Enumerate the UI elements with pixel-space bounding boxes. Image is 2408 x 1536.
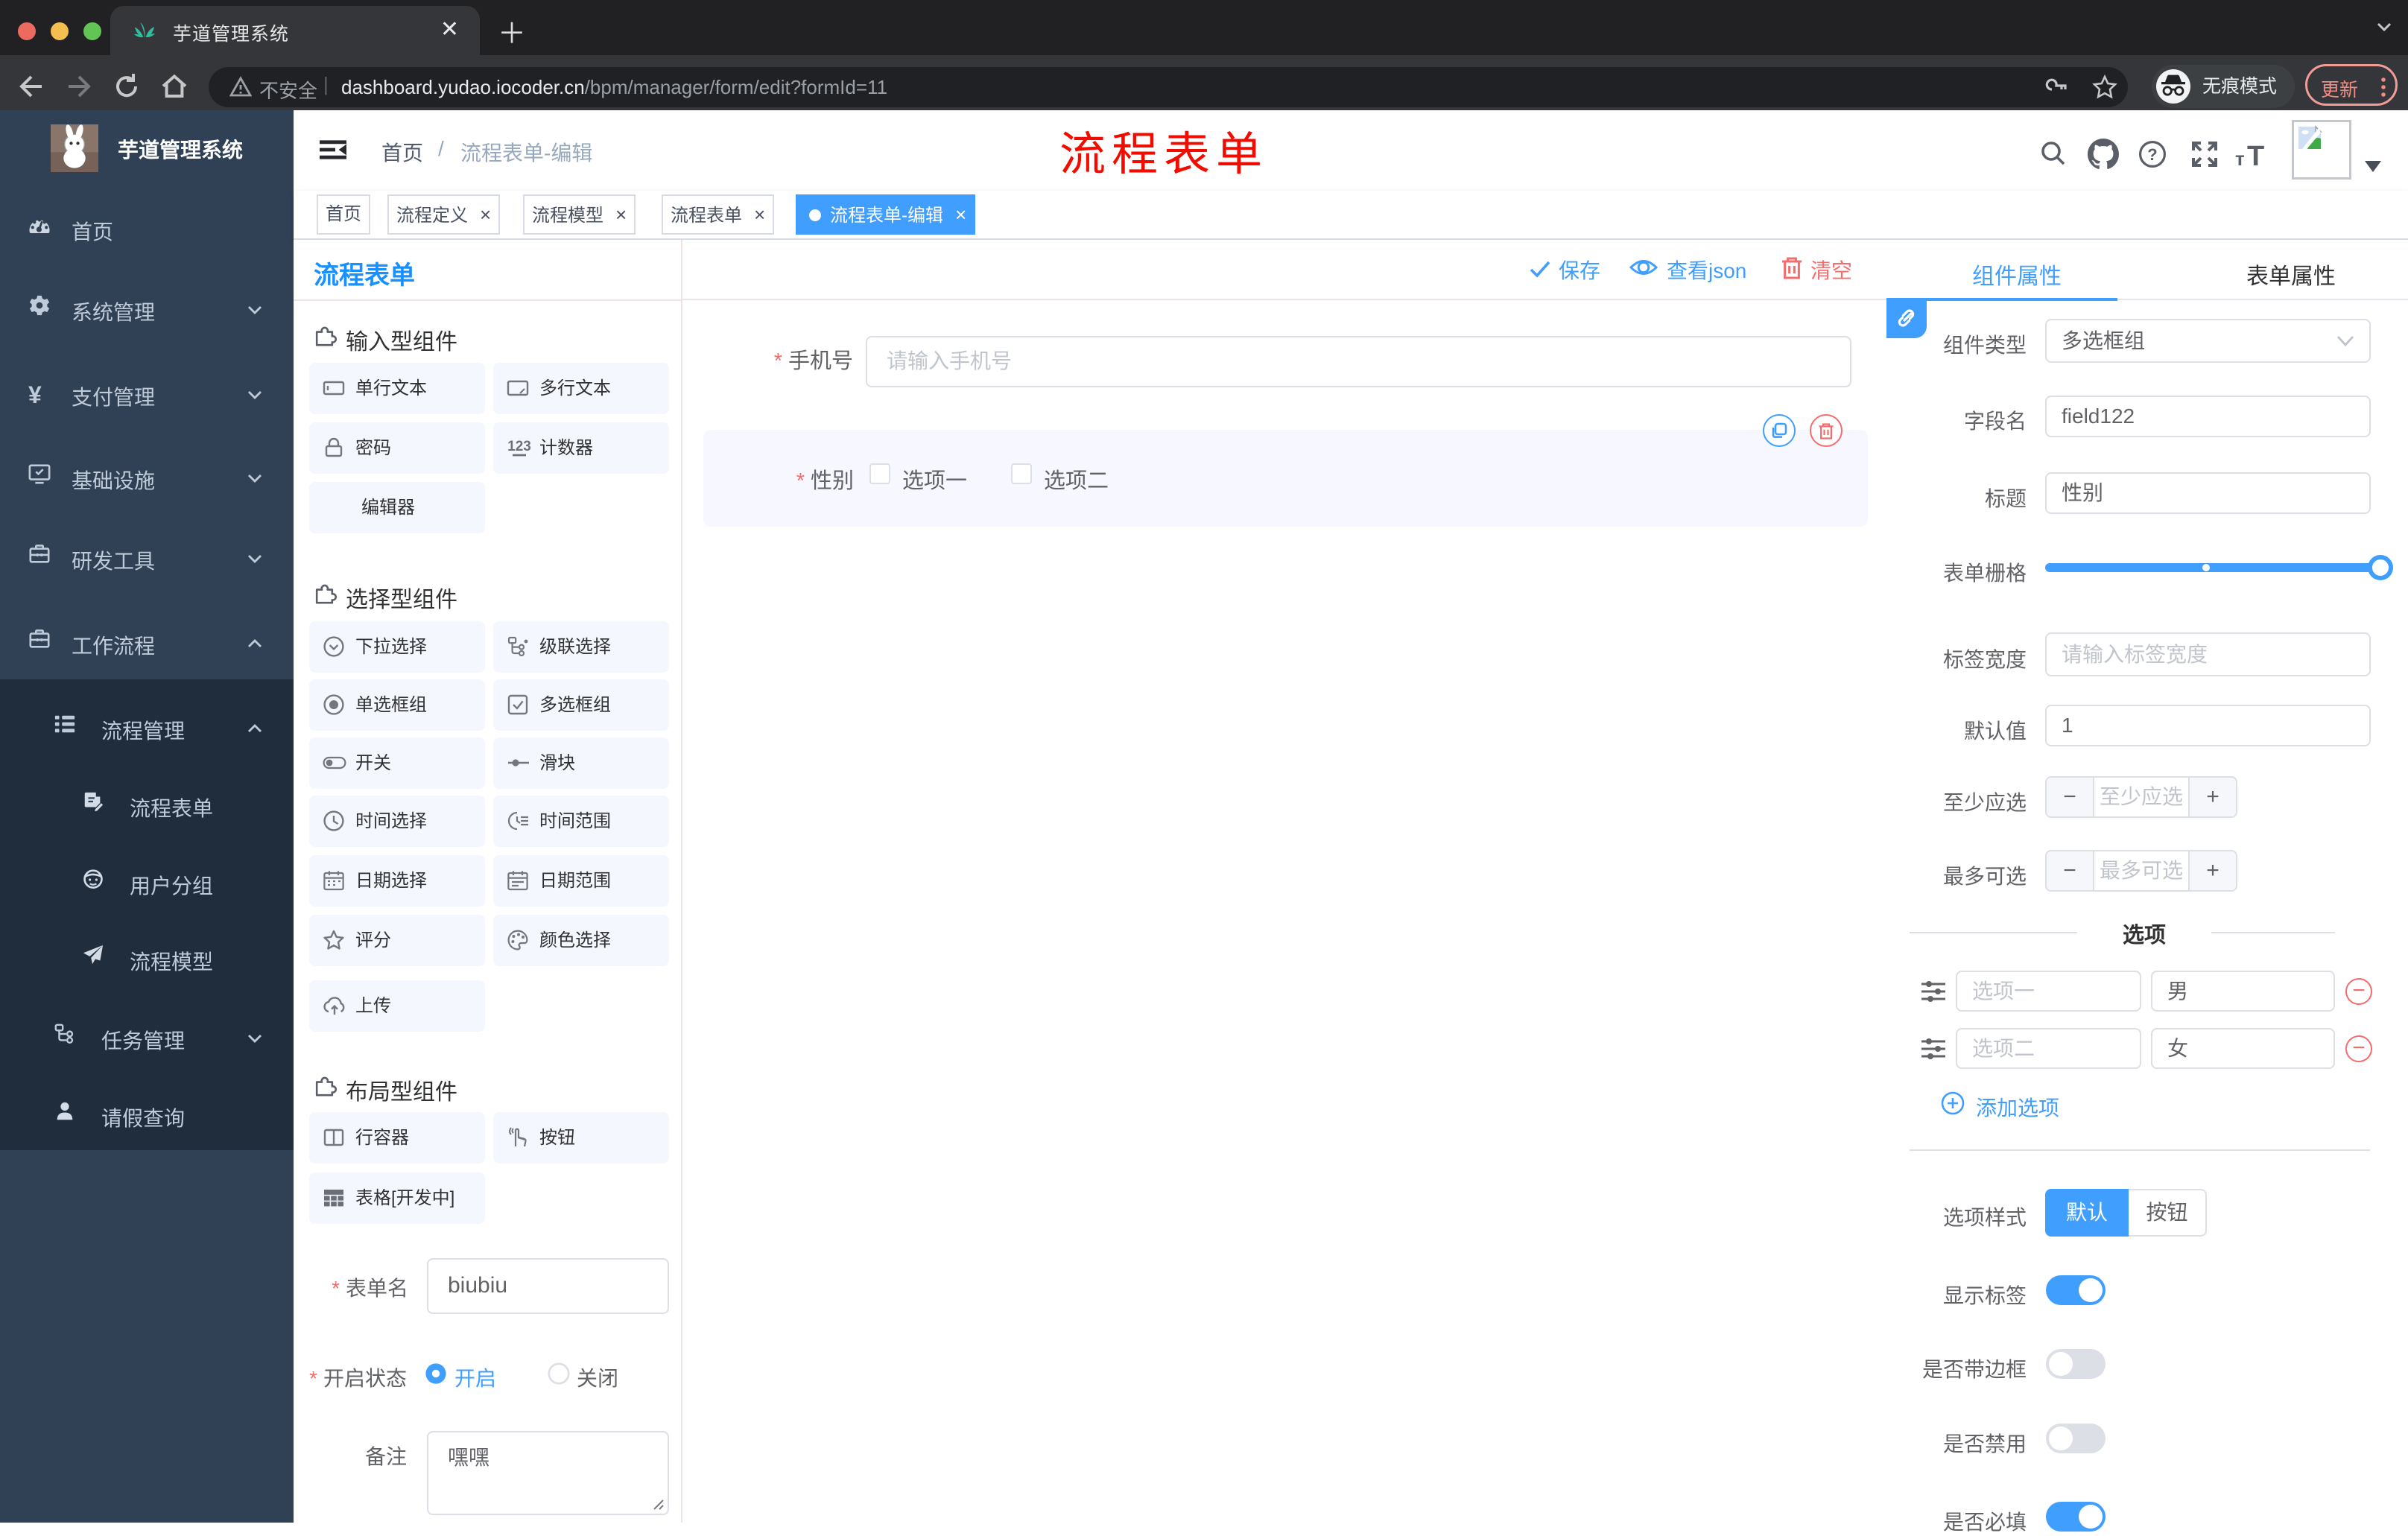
svg-text:T: T xyxy=(2247,142,2264,171)
svg-text:т: т xyxy=(2235,147,2245,170)
svg-text:?: ? xyxy=(2147,145,2157,164)
svg-text:123: 123 xyxy=(507,439,531,454)
